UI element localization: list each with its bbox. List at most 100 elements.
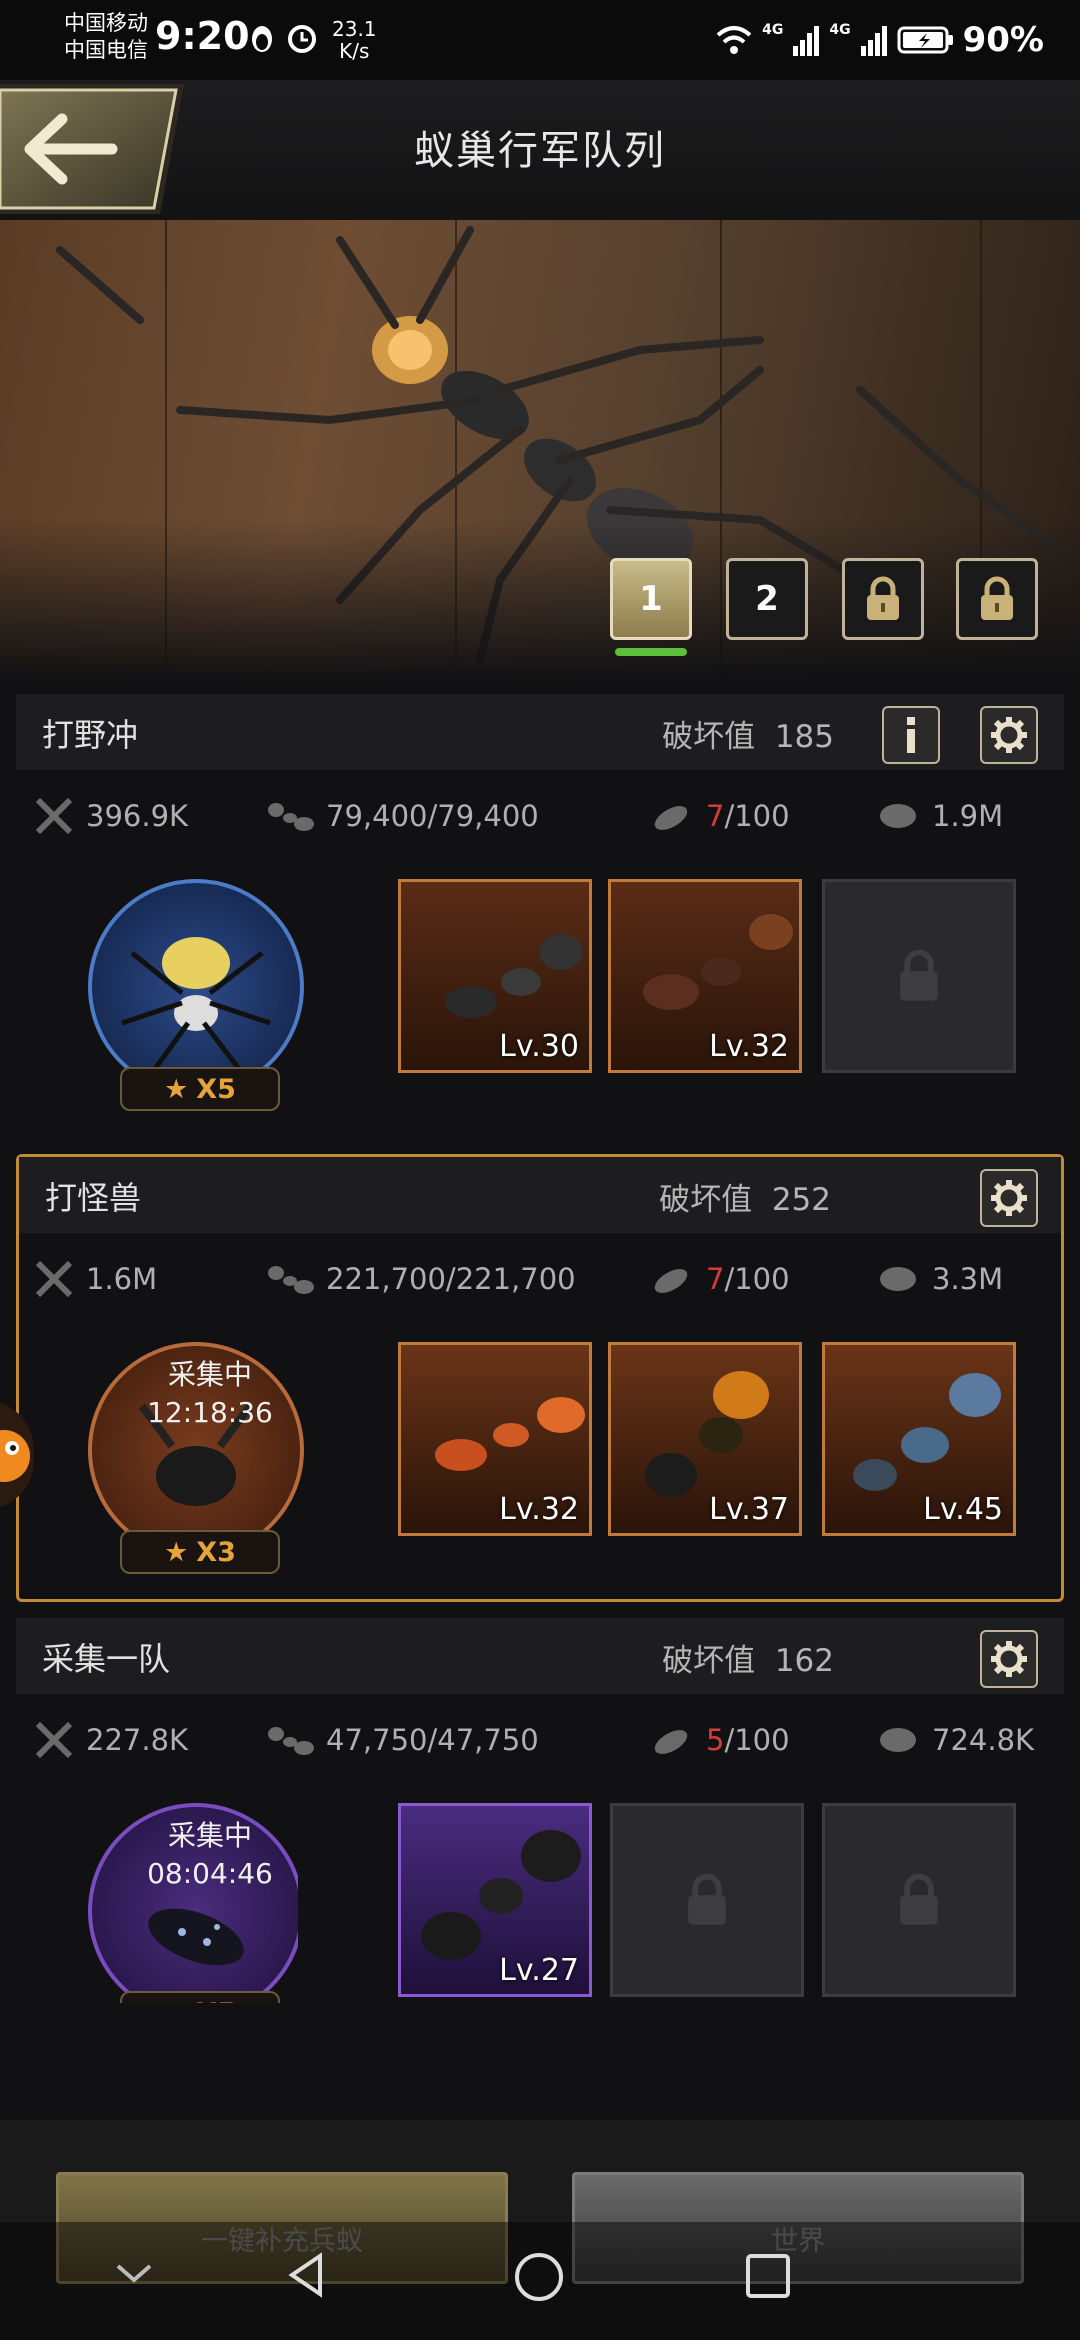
squad-panel-3[interactable]: 采集一队 破坏值 162 227.8K 47,750/47,750 5/100 …: [16, 1618, 1064, 2048]
cockroach-icon: [654, 806, 688, 830]
lock-icon: [900, 949, 938, 1001]
star-icon: ★: [164, 1536, 189, 1568]
hero-star-count: X5: [196, 1073, 236, 1105]
load-stat: 1.9M: [872, 796, 1003, 836]
unit-slot[interactable]: Lv.32: [608, 879, 802, 1073]
hero-portrait[interactable]: 采集中 08:04:46 ★ X5: [78, 1803, 298, 2003]
squad-stats: 227.8K 47,750/47,750 5/100 724.8K: [16, 1710, 1064, 1770]
hero-status: 采集中 08:04:46: [102, 1817, 298, 1893]
settings-button[interactable]: [980, 1169, 1038, 1227]
troops-value: 47,750/47,750: [326, 1723, 539, 1757]
gathering-label: 采集中: [167, 1819, 252, 1852]
squad-header: 采集一队 破坏值 162: [16, 1618, 1064, 1694]
squad-name: 打怪兽: [45, 1179, 142, 1217]
attack-value: 396.9K: [86, 799, 189, 833]
screen: { "status_bar": { "carrier_1": "中国移动", "…: [0, 0, 1080, 2340]
hero-star-count: X5: [196, 1998, 236, 2004]
unit-slot[interactable]: Lv.45: [822, 1342, 1016, 1536]
load-stat: 3.3M: [872, 1259, 1003, 1299]
nav-home-icon[interactable]: [512, 2250, 566, 2304]
unit-level: Lv.37: [709, 1492, 789, 1527]
gathering-timer: 08:04:46: [147, 1857, 273, 1890]
battery-icon: [897, 26, 953, 54]
destruction-value: 破坏值 185: [662, 711, 834, 756]
settings-button[interactable]: [980, 706, 1038, 764]
signal-bars-icon: [860, 26, 887, 56]
load-value: 3.3M: [932, 1262, 1004, 1296]
status-right: 4G 4G 90%: [714, 18, 1044, 62]
net-speed-unit: K/s: [339, 39, 370, 63]
team-tab-1[interactable]: 1: [610, 558, 692, 640]
injured-current: 7: [706, 1262, 725, 1296]
load-value: 1.9M: [932, 799, 1004, 833]
unit-level: Lv.27: [499, 1953, 579, 1988]
unit-slot[interactable]: Lv.30: [398, 879, 592, 1073]
info-button[interactable]: [882, 706, 940, 764]
injured-stat: 7/100: [646, 1259, 790, 1299]
destruction-label: 破坏值: [662, 1643, 756, 1679]
bug-icon: [880, 804, 916, 828]
injured-stat: 5/100: [646, 1720, 790, 1760]
star-icon: ★: [164, 1073, 189, 1105]
ant-icon: [268, 803, 314, 831]
troops-stat: 79,400/79,400: [266, 796, 539, 836]
unit-slot[interactable]: Lv.27: [398, 1803, 592, 1997]
injured-max: /100: [724, 1723, 790, 1757]
ant-icon: [268, 1266, 314, 1294]
team-tab-3-locked[interactable]: [842, 558, 924, 640]
unit-slot[interactable]: Lv.37: [608, 1342, 802, 1536]
destruction-number: 162: [774, 1643, 834, 1679]
nav-back-icon[interactable]: [282, 2250, 330, 2300]
carrier-info: 中国移动 中国电信: [64, 10, 148, 64]
header: 蚁巢行军队列: [0, 80, 1080, 220]
battery-percent: 90%: [962, 20, 1044, 60]
wifi-icon: [716, 26, 752, 54]
crossed-swords-icon: [35, 1721, 73, 1759]
troops-stat: 47,750/47,750: [266, 1720, 539, 1760]
attack-stat: 227.8K: [32, 1720, 188, 1760]
injured-max: /100: [724, 799, 790, 833]
star-icon: ★: [164, 1998, 188, 2004]
squad-name: 打野冲: [42, 716, 139, 754]
troops-stat: 221,700/221,700: [266, 1259, 576, 1299]
attack-value: 1.6M: [86, 1262, 158, 1296]
unit-level: Lv.45: [923, 1492, 1003, 1527]
hero-portrait[interactable]: 采集中 12:18:36 ★ X3: [78, 1342, 304, 1574]
crossed-swords-icon: [35, 797, 73, 835]
troops-value: 221,700/221,700: [326, 1262, 576, 1296]
destruction-value: 破坏值 252: [659, 1174, 831, 1219]
troops-value: 79,400/79,400: [326, 799, 539, 833]
destruction-label: 破坏值: [659, 1182, 753, 1218]
status-bar: 中国移动 中国电信 9:20 23.1 K/s 4G 4G 90%: [0, 0, 1080, 80]
settings-button[interactable]: [980, 1630, 1038, 1688]
team-tab-4-locked[interactable]: [956, 558, 1038, 640]
chevron-down-icon[interactable]: [110, 2258, 158, 2288]
signal-bars-icon: [793, 26, 820, 56]
squad-stats: 396.9K 79,400/79,400 7/100 1.9M: [16, 786, 1064, 846]
hero-star-badge: ★ X5: [120, 1067, 280, 1111]
net-speed-value: 23.1: [332, 17, 377, 41]
unit-slot[interactable]: Lv.32: [398, 1342, 592, 1536]
squad-panel-2[interactable]: 打怪兽 破坏值 252 1.6M 221,700/221,700 7/100 3…: [16, 1154, 1064, 1602]
ant-icon: [268, 1727, 314, 1755]
injured-max: /100: [724, 1262, 790, 1296]
load-value: 724.8K: [932, 1723, 1035, 1757]
unit-slot-locked[interactable]: [822, 879, 1016, 1073]
squad-stats: 1.6M 221,700/221,700 7/100 3.3M: [19, 1249, 1061, 1309]
unit-slot-locked[interactable]: [610, 1803, 804, 1997]
hero-portrait[interactable]: ★ X5: [78, 879, 304, 1111]
team-tab-2[interactable]: 2: [726, 558, 808, 640]
destruction-value: 破坏值 162: [662, 1635, 834, 1680]
unit-slot-locked[interactable]: [822, 1803, 1016, 1997]
squad-header: 打怪兽 破坏值 252: [19, 1157, 1061, 1233]
destruction-number: 185: [774, 719, 834, 755]
squad-panel-1[interactable]: 打野冲 破坏值 185 396.9K 79,400/79,400 7/100 1…: [16, 694, 1064, 1124]
lock-icon: [981, 576, 1013, 620]
nav-recents-icon[interactable]: [744, 2252, 792, 2300]
info-icon: [907, 717, 915, 753]
load-stat: 724.8K: [872, 1720, 1034, 1760]
system-nav-bar: [0, 2222, 1080, 2340]
gathering-timer: 12:18:36: [147, 1396, 273, 1429]
gear-icon: [991, 1641, 1027, 1677]
unit-level: Lv.32: [709, 1029, 789, 1064]
